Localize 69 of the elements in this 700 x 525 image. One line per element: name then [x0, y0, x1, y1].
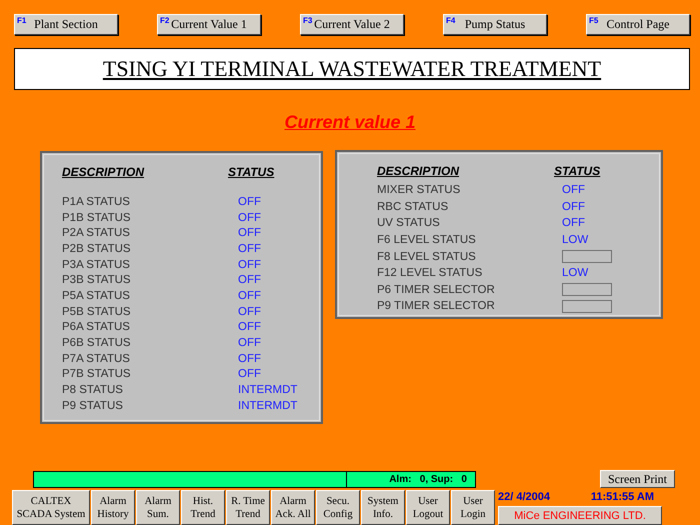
status-label: F12 LEVEL STATUS [377, 267, 484, 280]
status-value: LOW [562, 234, 588, 246]
status-label: P6B STATUS [62, 337, 132, 350]
nav-button[interactable]: Alarm Ack. All [271, 490, 315, 525]
status-value: OFF [238, 306, 261, 318]
function-key-button[interactable]: $^{F5}$ Control Page [586, 14, 690, 35]
status-value: OFF [238, 352, 261, 365]
status-value: OFF [238, 242, 261, 255]
status-value-box [562, 283, 612, 296]
column-header: DESCRIPTION [62, 165, 146, 179]
status-value: OFF [562, 184, 585, 196]
status-value: OFF [238, 274, 261, 286]
status-label: P3B STATUS [62, 274, 132, 286]
nav-button[interactable]: R. Time Trend [226, 490, 270, 525]
status-label: P8 STATUS [62, 384, 124, 396]
status-value: OFF [238, 212, 261, 224]
status-value: OFF [238, 321, 261, 334]
nav-button[interactable]: CALTEX SCADA System [12, 490, 90, 525]
status-label: P2A STATUS [62, 227, 131, 240]
status-label: P9 TIMER SELECTOR [377, 300, 496, 312]
status-value: OFF [238, 368, 261, 380]
status-value: INTERMDT [238, 400, 298, 412]
function-key-button[interactable]: $^{F1}$ Plant Section [14, 14, 118, 35]
status-label: P5A STATUS [62, 290, 131, 302]
status-value: INTERMDT [238, 384, 298, 396]
function-key-button[interactable]: $^{F2}$ Current Value 1 [157, 14, 261, 35]
page-subtitle: Current value 1 [284, 112, 416, 132]
status-label: P1B STATUS [62, 212, 132, 224]
status-label: P6 TIMER SELECTOR [377, 284, 496, 296]
nav-button[interactable]: Secu. Config [316, 490, 360, 525]
nav-button[interactable]: System Info. [361, 490, 405, 525]
page-title: TSING YI TERMINAL WASTEWATER TREATMENT [14, 48, 690, 90]
status-label: MIXER STATUS [377, 184, 462, 196]
status-value-box [562, 300, 612, 313]
status-label: P1A STATUS [62, 196, 131, 208]
time: 11:51:55 AM [590, 491, 654, 505]
column-header: DESCRIPTION [377, 164, 460, 178]
status-label: RBC STATUS [377, 200, 450, 213]
nav-button[interactable]: Alarm History [91, 490, 135, 525]
status-label: P2B STATUS [62, 242, 132, 255]
status-label: P7B STATUS [62, 368, 132, 380]
nav-button[interactable]: User Login [451, 490, 495, 525]
status-label: P3A STATUS [62, 258, 131, 271]
status-label: P6A STATUS [62, 321, 131, 334]
nav-button[interactable]: Alarm Sum. [136, 490, 180, 525]
status-value: OFF [238, 258, 261, 271]
status-label: F6 LEVEL STATUS [377, 234, 477, 246]
status-value: OFF [238, 227, 261, 240]
status-value: OFF [238, 196, 261, 208]
status-label: P5B STATUS [62, 306, 132, 318]
status-value: OFF [562, 200, 585, 213]
column-header: STATUS [228, 165, 274, 179]
column-header: STATUS [554, 164, 600, 178]
alarm-summary: Alm: 0, Sup: 0 [388, 472, 468, 486]
status-label: F8 LEVEL STATUS [377, 250, 477, 263]
status-value: LOW [562, 267, 588, 280]
function-key-button[interactable]: $^{F4}$ Pump Status [443, 14, 547, 35]
nav-button[interactable]: User Logout [406, 490, 450, 525]
date: 22/ 4/2004 [498, 491, 550, 505]
status-value: OFF [238, 290, 261, 302]
function-key-button[interactable]: $^{F3}$ Current Value 2 [300, 14, 404, 35]
status-label: P7A STATUS [62, 352, 131, 365]
status-value: OFF [238, 337, 261, 350]
status-label: UV STATUS [377, 217, 441, 230]
nav-button[interactable]: Hist. Trend [181, 490, 225, 525]
status-value: OFF [562, 217, 585, 230]
screen-print-button[interactable]: Screen Print [600, 470, 675, 488]
status-value-box [562, 250, 612, 264]
status-label: P9 STATUS [62, 400, 124, 412]
